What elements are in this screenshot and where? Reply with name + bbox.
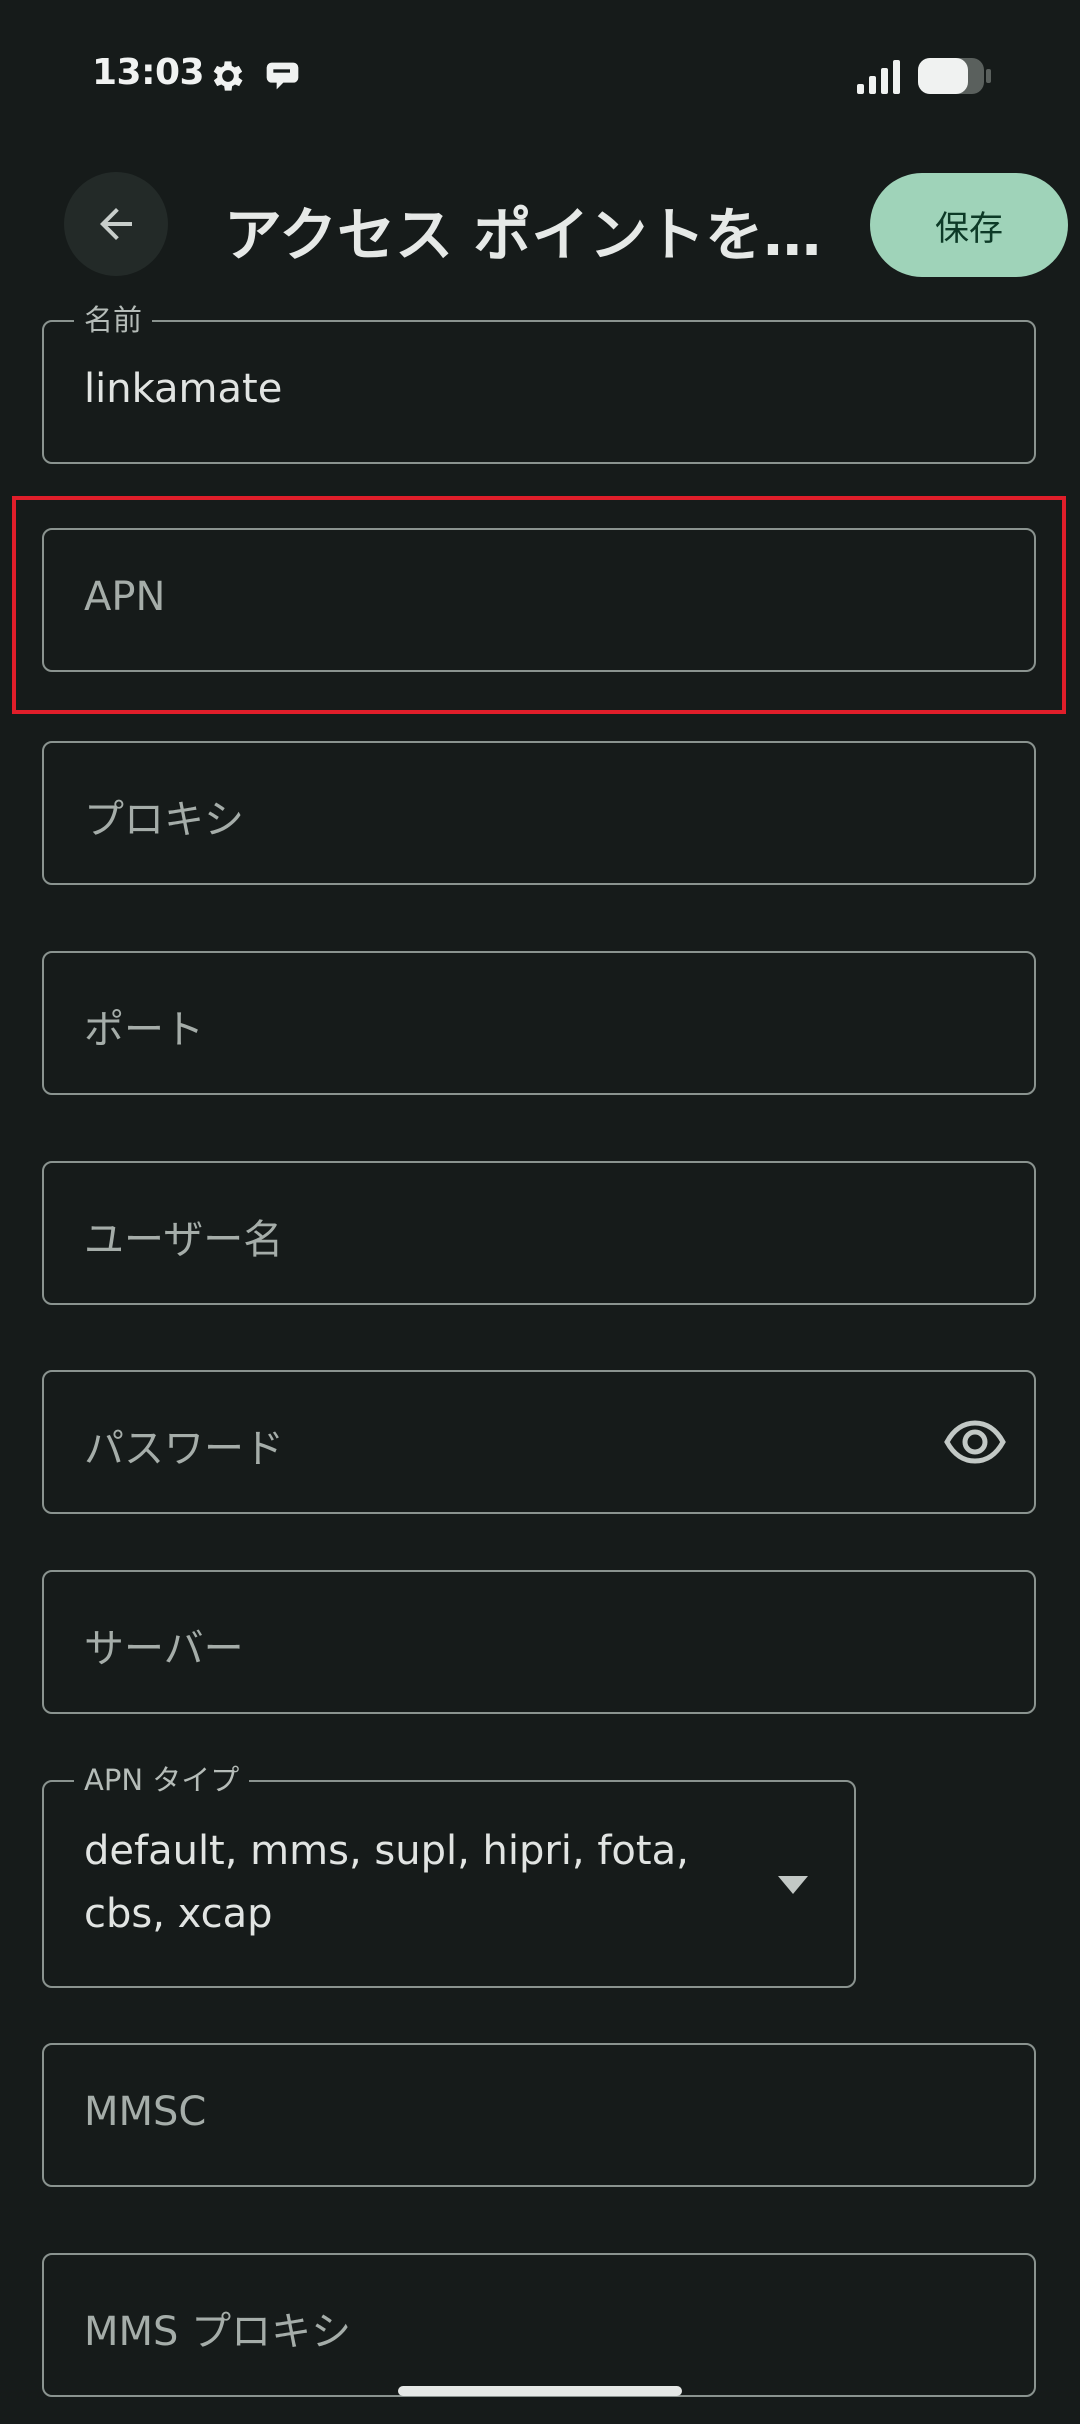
- apn-edit-screen: 13:03 アクセス ポイントを… 保存 名前 linkamate APN プロ…: [0, 0, 1080, 2424]
- status-time: 13:03: [92, 52, 205, 93]
- mmsc-field[interactable]: MMSC: [42, 2043, 1036, 2187]
- battery-icon: [918, 58, 991, 94]
- apn-type-label: APN タイプ: [74, 1760, 250, 1800]
- apn-type-value: default, mms, supl, hipri, fota, cbs, xc…: [84, 1828, 689, 1937]
- apn-field[interactable]: APN: [42, 528, 1036, 672]
- signal-icon: [857, 60, 900, 94]
- mms-proxy-field[interactable]: MMS プロキシ: [42, 2253, 1036, 2397]
- gear-icon: [213, 61, 243, 91]
- port-field-placeholder: ポート: [84, 1007, 204, 1053]
- name-field[interactable]: 名前 linkamate: [42, 300, 1036, 464]
- dropdown-arrow-icon: [778, 1876, 808, 1894]
- apn-field-placeholder: APN: [84, 574, 166, 620]
- proxy-field-placeholder: プロキシ: [84, 797, 244, 843]
- mmsc-field-placeholder: MMSC: [84, 2089, 207, 2135]
- username-field[interactable]: ユーザー名: [42, 1161, 1036, 1305]
- name-field-value: linkamate: [84, 366, 283, 412]
- arrow-left-icon: [100, 208, 132, 240]
- apn-type-select[interactable]: APN タイプ default, mms, supl, hipri, fota,…: [42, 1760, 856, 1988]
- chat-bubble-icon: [266, 62, 299, 90]
- port-field[interactable]: ポート: [42, 951, 1036, 1095]
- back-button[interactable]: [64, 172, 168, 276]
- server-field[interactable]: サーバー: [42, 1570, 1036, 1714]
- home-indicator[interactable]: [398, 2386, 682, 2396]
- proxy-field[interactable]: プロキシ: [42, 741, 1036, 885]
- server-field-placeholder: サーバー: [84, 1626, 244, 1672]
- status-bar: 13:03: [0, 0, 1080, 150]
- username-field-placeholder: ユーザー名: [84, 1217, 284, 1263]
- save-button[interactable]: 保存: [870, 173, 1068, 277]
- name-field-label: 名前: [74, 300, 153, 340]
- password-field-placeholder: パスワード: [84, 1426, 284, 1472]
- mms-proxy-field-placeholder: MMS プロキシ: [84, 2309, 352, 2355]
- page-title: アクセス ポイントを…: [224, 201, 822, 269]
- eye-icon[interactable]: [944, 1418, 1006, 1466]
- password-field[interactable]: パスワード: [42, 1370, 1036, 1514]
